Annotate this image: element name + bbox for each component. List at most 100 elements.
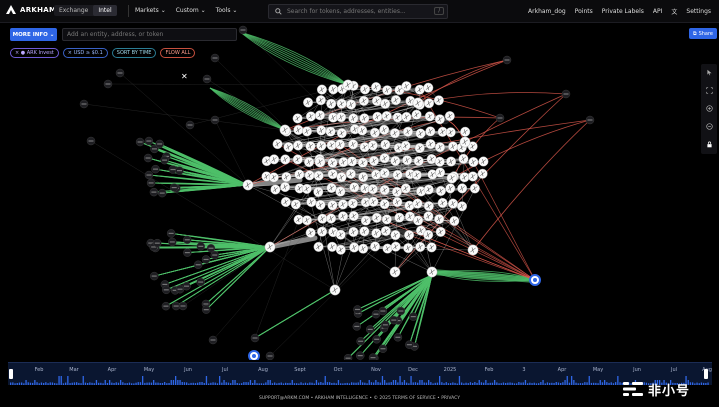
address-node[interactable] [196,277,205,287]
node-core[interactable] [533,278,537,282]
address-node[interactable] [183,248,192,257]
entity-node[interactable] [457,183,468,194]
entity-node[interactable] [326,213,337,224]
entity-node[interactable] [280,182,291,193]
node-label[interactable] [587,119,593,121]
address-node[interactable] [265,351,275,360]
address-node[interactable] [135,137,145,147]
entity-node[interactable] [391,186,402,197]
entity-node[interactable] [316,140,327,151]
entity-node[interactable] [349,242,360,253]
entity-node[interactable] [317,213,328,224]
node-label[interactable] [117,72,123,74]
address-node[interactable] [169,183,179,192]
address-node[interactable] [162,285,171,295]
address-node[interactable] [168,237,177,247]
entity-node[interactable] [382,243,393,254]
entity-node[interactable] [313,241,324,252]
entity-node[interactable] [411,109,422,120]
entity-node[interactable] [301,215,312,226]
more-info-button[interactable]: MORE INFO ⌄ [10,28,57,41]
node-label[interactable] [169,241,175,243]
entity-node[interactable] [314,110,325,121]
arkham-logo[interactable]: ARKHAM [5,4,56,16]
entity-node[interactable] [423,82,434,93]
node-label[interactable] [162,283,168,286]
entity-node[interactable] [327,241,338,252]
entity-node[interactable] [293,124,304,135]
entity-node[interactable] [434,214,445,225]
address-node[interactable] [144,170,154,180]
node-label[interactable] [162,159,168,161]
entity-node[interactable] [316,125,327,136]
address-node[interactable] [208,335,218,345]
entity-node[interactable] [338,211,349,222]
entity-node[interactable] [336,98,347,109]
address-node[interactable] [158,188,167,198]
entity-node[interactable] [379,153,390,164]
private-labels-link[interactable]: Private Labels [602,8,644,15]
address-node[interactable] [396,306,406,316]
entity-node[interactable] [303,97,314,108]
timeline-bar[interactable]: Feb Mar Apr May Jun Jul Aug Sept Oct Nov Dec 2025 Fe… [8,362,712,385]
fit-view-icon[interactable] [704,85,714,95]
entity-node[interactable] [413,215,424,226]
entity-node[interactable] [317,226,328,237]
address-node[interactable] [161,301,171,311]
address-node[interactable] [561,89,571,99]
entity-node[interactable] [335,229,346,240]
entity-node[interactable] [404,230,415,241]
node-label[interactable] [184,252,190,254]
address-node[interactable] [166,229,176,238]
search-bar[interactable]: / [268,4,448,19]
ark-invest-node[interactable] [248,350,260,360]
node-label[interactable] [382,324,388,326]
entity-node[interactable] [380,226,391,237]
entity-node[interactable] [433,95,444,106]
address-node[interactable] [368,353,378,360]
entity-node[interactable] [459,172,470,183]
translate-icon[interactable]: 文 [671,7,677,16]
entity-node[interactable] [280,154,291,165]
node-label[interactable] [163,305,169,307]
entity-node[interactable] [357,157,368,168]
node-label[interactable] [168,232,174,234]
entity-node[interactable] [269,154,280,165]
entity-node[interactable] [382,85,393,96]
entity-node[interactable] [358,172,369,183]
entity-node[interactable] [316,84,327,95]
entity-node[interactable] [264,241,276,253]
entity-node[interactable] [423,184,434,195]
entity-node[interactable] [371,212,382,223]
address-node[interactable] [393,333,403,342]
node-label[interactable] [357,355,363,357]
entity-node[interactable] [302,126,313,137]
address-node[interactable] [372,335,381,344]
entity-node[interactable] [389,128,400,139]
entity-node[interactable] [327,157,338,168]
node-label[interactable] [153,168,159,170]
node-label[interactable] [176,170,182,172]
entity-node[interactable] [272,139,283,150]
address-node[interactable] [86,136,96,146]
node-label[interactable] [154,242,160,244]
entity-node[interactable] [268,172,279,183]
address-node[interactable] [585,115,595,125]
entity-node[interactable] [359,113,370,124]
entity-node[interactable] [279,124,291,136]
share-button[interactable]: ⧉ Share [689,28,717,39]
node-label[interactable] [391,319,397,321]
address-node[interactable] [183,235,192,244]
entity-node[interactable] [392,112,403,123]
entity-node[interactable] [348,226,359,237]
entity-node[interactable] [379,168,390,179]
entity-node[interactable] [348,211,359,222]
entity-node[interactable] [337,199,348,210]
address-node[interactable] [210,115,220,125]
entity-node[interactable] [381,111,392,122]
entity-node[interactable] [424,111,435,122]
entity-node[interactable] [381,214,392,225]
entity-node[interactable] [371,228,382,239]
entity-node[interactable] [380,98,391,109]
entity-node[interactable] [379,184,390,195]
